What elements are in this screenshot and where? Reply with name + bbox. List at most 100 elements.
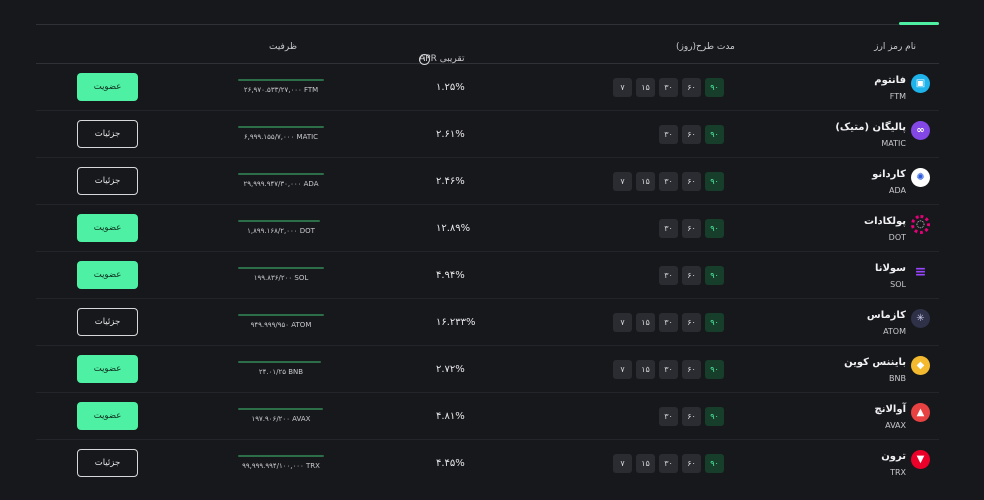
polkadot-icon: ◌ bbox=[911, 215, 930, 234]
fantom-icon: ▣ bbox=[911, 74, 930, 93]
details-button[interactable]: جزئیات bbox=[77, 120, 138, 148]
coin-name: کازماس bbox=[866, 310, 906, 321]
coin-name: پالیگان (متیک) bbox=[835, 122, 906, 133]
duration-button[interactable]: ۶۰ bbox=[682, 219, 701, 238]
apr-value: ۴.۴۵% bbox=[436, 458, 465, 469]
coin-symbol: BNB bbox=[889, 374, 906, 383]
duration-button[interactable]: ۷ bbox=[613, 360, 632, 379]
capacity: ۱۹۹.۸۳۶/۲۰۰ SOL bbox=[238, 267, 324, 282]
duration-options: ۷ ۱۵ ۳۰ ۶۰ ۹۰ bbox=[613, 78, 724, 97]
duration-button[interactable]: ۳۰ bbox=[659, 266, 678, 285]
duration-button[interactable]: ۶۰ bbox=[682, 266, 701, 285]
coin-name: کاردانو bbox=[872, 169, 906, 180]
duration-button[interactable]: ۹۰ bbox=[705, 172, 724, 191]
duration-button[interactable]: ۹۰ bbox=[705, 266, 724, 285]
duration-button[interactable]: ۳۰ bbox=[659, 125, 678, 144]
details-button[interactable]: جزئیات bbox=[77, 308, 138, 336]
capacity: ۱,۸۹۹.۱۶۸/۲,۰۰۰ DOT bbox=[238, 220, 324, 235]
duration-button[interactable]: ۹۰ bbox=[705, 454, 724, 473]
join-button[interactable]: عضویت bbox=[77, 402, 138, 430]
join-button[interactable]: عضویت bbox=[77, 73, 138, 101]
capacity-text: ۹۴۹.۹۹۹/۹۵۰ ATOM bbox=[250, 321, 312, 329]
coin-name: پولکادات bbox=[864, 216, 906, 227]
duration-button[interactable]: ۱۵ bbox=[636, 360, 655, 379]
header-duration: مدت طرح(روز) bbox=[676, 42, 735, 52]
duration-button[interactable]: ۷ bbox=[613, 454, 632, 473]
duration-options: ۷ ۱۵ ۳۰ ۶۰ ۹۰ bbox=[613, 172, 724, 191]
capacity: ۹۴۹.۹۹۹/۹۵۰ ATOM bbox=[238, 314, 324, 329]
duration-button[interactable]: ۳۰ bbox=[659, 219, 678, 238]
join-button[interactable]: عضویت bbox=[77, 355, 138, 383]
duration-button[interactable]: ۱۵ bbox=[636, 172, 655, 191]
details-button[interactable]: جزئیات bbox=[77, 167, 138, 195]
duration-button[interactable]: ۹۰ bbox=[705, 219, 724, 238]
duration-options: ۷ ۱۵ ۳۰ ۶۰ ۹۰ bbox=[613, 313, 724, 332]
duration-button[interactable]: ۶۰ bbox=[682, 313, 701, 332]
duration-button[interactable]: ۶۰ bbox=[682, 360, 701, 379]
apr-value: ۴.۸۱% bbox=[436, 411, 465, 422]
duration-options: ۳۰ ۶۰ ۹۰ bbox=[659, 125, 724, 144]
duration-button[interactable]: ۶۰ bbox=[682, 125, 701, 144]
table-row: ≡ سولانا SOL ۳۰ ۶۰ ۹۰ ۴.۹۴% ۱۹۹.۸۳۶/۲۰۰ SOL عضوی… bbox=[36, 252, 939, 299]
duration-button[interactable]: ۷ bbox=[613, 78, 632, 97]
capacity-bar bbox=[238, 79, 324, 81]
duration-button[interactable]: ۹۰ bbox=[705, 360, 724, 379]
duration-button[interactable]: ۱۵ bbox=[636, 78, 655, 97]
duration-button[interactable]: ۶۰ bbox=[682, 172, 701, 191]
join-button[interactable]: عضویت bbox=[77, 261, 138, 289]
duration-button[interactable]: ۹۰ bbox=[705, 78, 724, 97]
table-row: ▼ ترون TRX ۷ ۱۵ ۳۰ ۶۰ ۹۰ ۴.۴۵% ۹۹,۹۹۹.۹۹۴/۱۰۰,۰۰۰… bbox=[36, 440, 939, 487]
table-row: ✳ کازماس ATOM ۷ ۱۵ ۳۰ ۶۰ ۹۰ ۱۶.۲۳۳% ۹۴۹.۹۹۹/۹۵۰ A… bbox=[36, 299, 939, 346]
apr-value: ۱۶.۲۳۳% bbox=[436, 317, 476, 328]
capacity-bar bbox=[238, 314, 324, 316]
join-button[interactable]: عضویت bbox=[77, 214, 138, 242]
duration-button[interactable]: ۱۵ bbox=[636, 454, 655, 473]
capacity-text: ۶,۹۹۹.۱۵۵/۷,۰۰۰ MATIC bbox=[243, 133, 319, 141]
capacity: ۱۹۷.۹۰۶/۲۰۰ AVAX bbox=[238, 408, 324, 423]
duration-options: ۷ ۱۵ ۳۰ ۶۰ ۹۰ bbox=[613, 454, 724, 473]
duration-button[interactable]: ۳۰ bbox=[659, 407, 678, 426]
cosmos-icon: ✳ bbox=[911, 309, 930, 328]
header-name: نام رمز ارز bbox=[874, 42, 916, 52]
duration-button[interactable]: ۶۰ bbox=[682, 78, 701, 97]
duration-button[interactable]: ۳۰ bbox=[659, 313, 678, 332]
capacity-bar bbox=[238, 220, 320, 222]
duration-button[interactable]: ۳۰ bbox=[659, 78, 678, 97]
polygon-icon: ∞ bbox=[911, 121, 930, 140]
table-row: ▲ آوالانچ AVAX ۳۰ ۶۰ ۹۰ ۴.۸۱% ۱۹۷.۹۰۶/۲۰۰ AVAX ع… bbox=[36, 393, 939, 440]
coin-symbol: ADA bbox=[889, 186, 906, 195]
duration-button[interactable]: ۷ bbox=[613, 172, 632, 191]
capacity-bar bbox=[238, 126, 324, 128]
capacity: ۶,۹۹۹.۱۵۵/۷,۰۰۰ MATIC bbox=[238, 126, 324, 141]
coin-symbol: TRX bbox=[890, 468, 906, 477]
duration-button[interactable]: ۳۰ bbox=[659, 454, 678, 473]
duration-button[interactable]: ۳۰ bbox=[659, 360, 678, 379]
apr-value: ۲.۷۲% bbox=[436, 364, 465, 375]
cardano-icon: ✺ bbox=[911, 168, 930, 187]
top-divider bbox=[36, 24, 939, 25]
capacity-text: ۲۶,۹۷۰.۵۳۳/۲۷,۰۰۰ FTM bbox=[243, 86, 319, 94]
duration-button[interactable]: ۳۰ bbox=[659, 172, 678, 191]
table-row: ◌ پولکادات DOT ۳۰ ۶۰ ۹۰ ۱۲.۸۹% ۱,۸۹۹.۱۶۸/۲,۰۰۰ … bbox=[36, 205, 939, 252]
tab-indicator bbox=[899, 22, 939, 25]
coin-symbol: DOT bbox=[888, 233, 906, 242]
tron-icon: ▼ bbox=[911, 450, 930, 469]
capacity-bar bbox=[238, 361, 321, 363]
apr-value: ۲.۴۶% bbox=[436, 176, 465, 187]
duration-button[interactable]: ۷ bbox=[613, 313, 632, 332]
duration-button[interactable]: ۹۰ bbox=[705, 407, 724, 426]
table-row: ◆ بایننس کوین BNB ۷ ۱۵ ۳۰ ۶۰ ۹۰ ۲.۷۲% ۲۴.۰۱/۲۵ BN… bbox=[36, 346, 939, 393]
capacity-text: ۱,۸۹۹.۱۶۸/۲,۰۰۰ DOT bbox=[247, 227, 315, 235]
table-body: ▣ فانتوم FTM ۷ ۱۵ ۳۰ ۶۰ ۹۰ ۱.۲۵% ۲۶,۹۷۰.۵۳۳/۲۷,۰۰… bbox=[36, 64, 939, 487]
duration-button[interactable]: ۶۰ bbox=[682, 407, 701, 426]
bnb-icon: ◆ bbox=[911, 356, 930, 375]
coin-symbol: MATIC bbox=[881, 139, 906, 148]
duration-button[interactable]: ۹۰ bbox=[705, 313, 724, 332]
duration-button[interactable]: ۹۰ bbox=[705, 125, 724, 144]
table-row: ▣ فانتوم FTM ۷ ۱۵ ۳۰ ۶۰ ۹۰ ۱.۲۵% ۲۶,۹۷۰.۵۳۳/۲۷,۰۰… bbox=[36, 64, 939, 111]
details-button[interactable]: جزئیات bbox=[77, 449, 138, 477]
coin-symbol: SOL bbox=[890, 280, 906, 289]
duration-button[interactable]: ۶۰ bbox=[682, 454, 701, 473]
duration-button[interactable]: ۱۵ bbox=[636, 313, 655, 332]
capacity: ۲۴.۰۱/۲۵ BNB bbox=[238, 361, 324, 376]
